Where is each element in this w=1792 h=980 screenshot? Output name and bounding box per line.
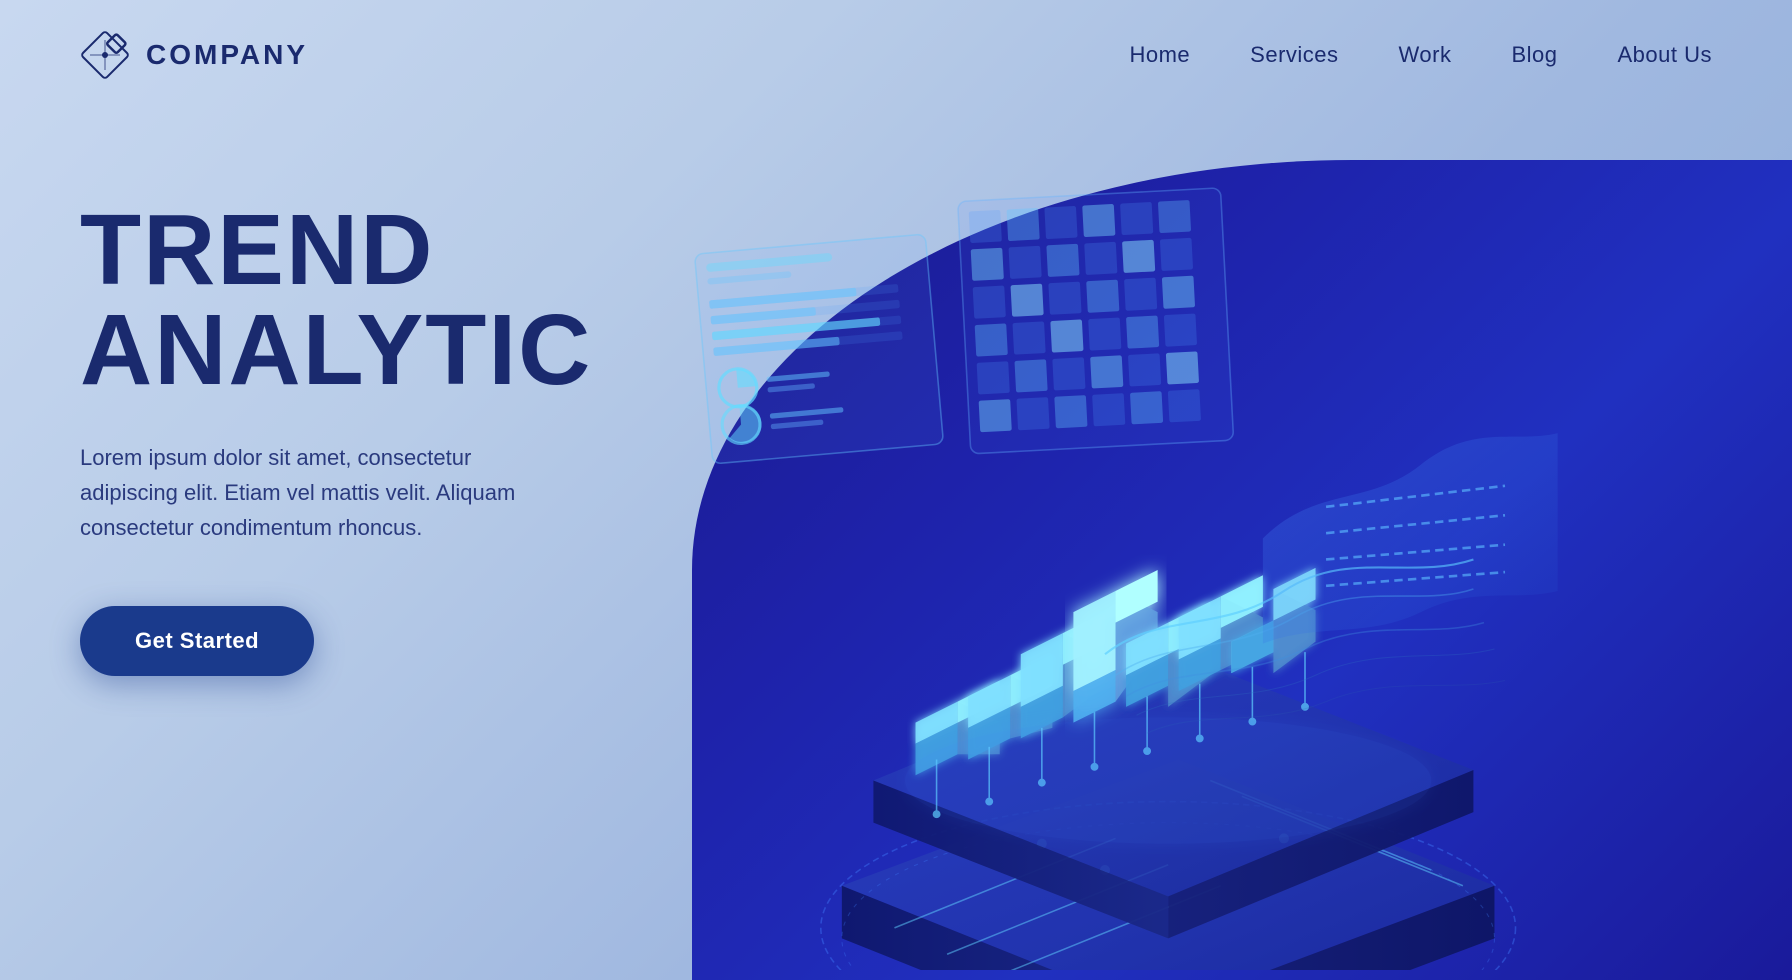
hero-description: Lorem ipsum dolor sit amet, consectetur … bbox=[80, 440, 560, 546]
nav-home[interactable]: Home bbox=[1129, 42, 1190, 68]
nav-blog[interactable]: Blog bbox=[1511, 42, 1557, 68]
isometric-illustration bbox=[630, 170, 1580, 970]
nav-about[interactable]: About Us bbox=[1618, 42, 1713, 68]
hero-visual bbox=[630, 170, 1712, 980]
hero-section: TREND ANALYTIC Lorem ipsum dolor sit ame… bbox=[0, 110, 1792, 980]
logo-icon bbox=[80, 30, 130, 80]
main-nav: Home Services Work Blog About Us bbox=[1129, 42, 1712, 68]
brand-name: COMPANY bbox=[146, 39, 308, 71]
get-started-button[interactable]: Get Started bbox=[80, 606, 314, 676]
hero-content: TREND ANALYTIC Lorem ipsum dolor sit ame… bbox=[80, 170, 630, 676]
nav-services[interactable]: Services bbox=[1250, 42, 1338, 68]
logo[interactable]: COMPANY bbox=[80, 30, 308, 80]
hero-title: TREND ANALYTIC bbox=[80, 200, 630, 400]
nav-work[interactable]: Work bbox=[1399, 42, 1452, 68]
